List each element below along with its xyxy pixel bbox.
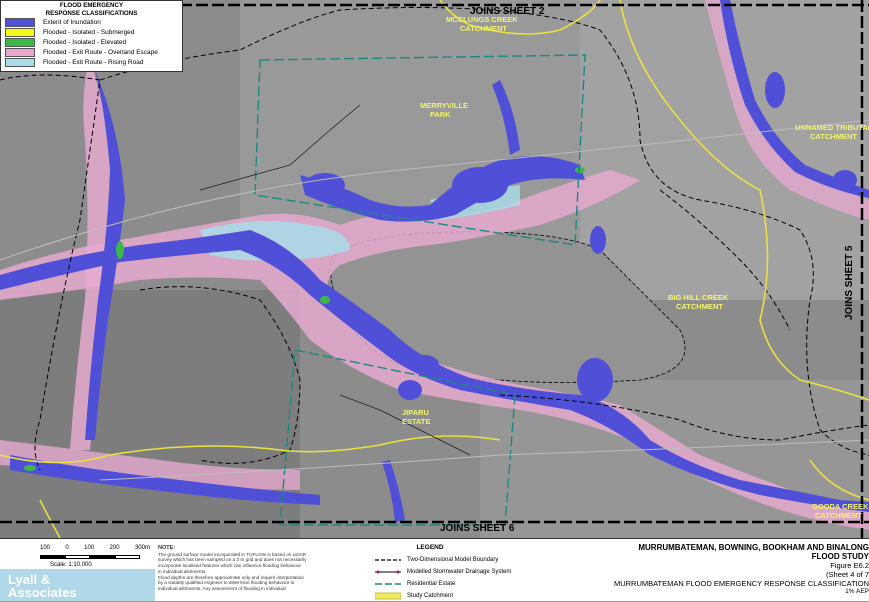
scale-bar-graphic xyxy=(40,555,140,559)
legend-drainage: Modelled Stormwater Drainage System xyxy=(375,566,575,578)
sheet-number: (Sheet 4 of 7 xyxy=(826,570,869,579)
flood-map[interactable]: JOINS SHEET 2 JOINS SHEET 6 JOINS SHEET … xyxy=(0,0,869,538)
mcclungs-creek-label: MCCLUNGS CREEK xyxy=(446,15,518,24)
company-logo: Lyall & Associates xyxy=(0,569,155,601)
gooda-creek-label: GOODA CREEK xyxy=(812,502,869,511)
scale-tick: 300m xyxy=(134,545,150,551)
submerged-swatch xyxy=(5,27,35,37)
legend-model-boundary-label: Two-Dimensional Model Boundary xyxy=(407,557,499,563)
scale-tick: 200 xyxy=(109,545,120,551)
legend-model-boundary: Two-Dimensional Model Boundary xyxy=(375,554,575,566)
legend-residential-label: Residential Estate xyxy=(407,581,456,587)
legend-residential: Residential Estate xyxy=(375,578,575,590)
elevated-swatch xyxy=(5,37,35,47)
project-title: MURRUMBATEMAN, BOWNING, BOOKHAM AND BINA… xyxy=(638,543,869,552)
scale-tick: 100 xyxy=(40,545,51,551)
map-legend: LEGEND Two-Dimensional Model Boundary Mo… xyxy=(375,544,575,602)
merryville-label: MERRYVILLE xyxy=(420,101,468,110)
jiparu-estate-label: ESTATE xyxy=(402,417,430,426)
map-canvas: JOINS SHEET 2 JOINS SHEET 6 JOINS SHEET … xyxy=(0,0,869,538)
legend-item-label: Flooded - Isolated - Submerged xyxy=(43,28,135,36)
title-panel: 100 0 100 200 300m Scale: 1:10,000 Lyall… xyxy=(0,538,869,601)
big-hill-creek-label: BIG HILL CREEK xyxy=(668,293,729,302)
legend-item-label: Flooded - Isolated - Elevated xyxy=(43,38,127,46)
scale-tick: 0 xyxy=(65,545,69,551)
note-line: individual allotments. Any assessment of… xyxy=(158,585,286,591)
unnamed-catchment-label: CATCHMENT xyxy=(810,132,857,141)
project-subtitle: FLOOD STUDY xyxy=(811,552,869,561)
figure-title: MURRUMBATEMAN FLOOD EMERGENCY RESPONSE C… xyxy=(613,579,869,588)
rising-road-swatch xyxy=(5,57,35,67)
joins-sheet-right-label: JOINS SHEET 5 xyxy=(844,245,855,320)
legend-item-label: Extent of Inundation xyxy=(43,18,101,26)
legend-catchment-label: Study Catchment xyxy=(407,593,454,599)
scale-label: Scale: 1:10,000 xyxy=(50,562,92,568)
gooda-catchment-label: CATCHMENT xyxy=(815,511,862,520)
aep-label: 1% AEP xyxy=(845,588,869,595)
legend-catchment: Study Catchment xyxy=(375,590,575,602)
mcclungs-catchment-label: CATCHMENT xyxy=(460,24,507,33)
legend-item-rising-road: Flooded - Exit Route - Rising Road xyxy=(5,57,182,67)
jiparu-label: JIPARU xyxy=(402,408,429,417)
legend-title-line1: FLOOD EMERGENCY xyxy=(59,2,124,9)
legend-drainage-label: Modelled Stormwater Drainage System xyxy=(407,569,512,575)
scale-bar: 100 0 100 200 300m Scale: 1:10,000 xyxy=(40,545,150,568)
big-hill-catchment-label: CATCHMENT xyxy=(676,302,723,311)
map-legend-title: LEGEND xyxy=(416,544,444,551)
legend-title-line2: RESPONSE CLASSIFICATIONS xyxy=(45,10,138,17)
note-heading: NOTE: xyxy=(158,545,176,551)
unnamed-tributary-label: UNNAMED TRIBUTARY xyxy=(795,123,869,132)
overland-swatch xyxy=(5,47,35,57)
merryville-park-label: PARK xyxy=(430,110,451,119)
logo-line2: Associates xyxy=(8,585,77,600)
scale-tick: 100 xyxy=(84,545,95,551)
title-block: MURRUMBATEMAN, BOWNING, BOOKHAM AND BINA… xyxy=(590,543,869,595)
figure-number: Figure E6.2 xyxy=(830,561,869,570)
map-note: NOTE: The ground surface model incorpora… xyxy=(158,545,338,592)
scale-ticks: 100 0 100 200 300m xyxy=(40,545,150,551)
legend-item-label: Flooded - Exit Route - Rising Road xyxy=(43,58,144,66)
joins-sheet-bottom-label: JOINS SHEET 6 xyxy=(440,523,515,534)
legend-item-elevated: Flooded - Isolated - Elevated xyxy=(5,37,182,47)
legend-item-overland: Flooded - Exit Route - Overland Escape xyxy=(5,47,182,57)
legend-item-label: Flooded - Exit Route - Overland Escape xyxy=(43,48,158,56)
legend-item-inundation: Extent of Inundation xyxy=(5,17,182,27)
flood-classification-legend: FLOOD EMERGENCY RESPONSE CLASSIFICATIONS… xyxy=(0,0,183,72)
legend-item-submerged: Flooded - Isolated - Submerged xyxy=(5,27,182,37)
inundation-swatch xyxy=(5,17,35,27)
